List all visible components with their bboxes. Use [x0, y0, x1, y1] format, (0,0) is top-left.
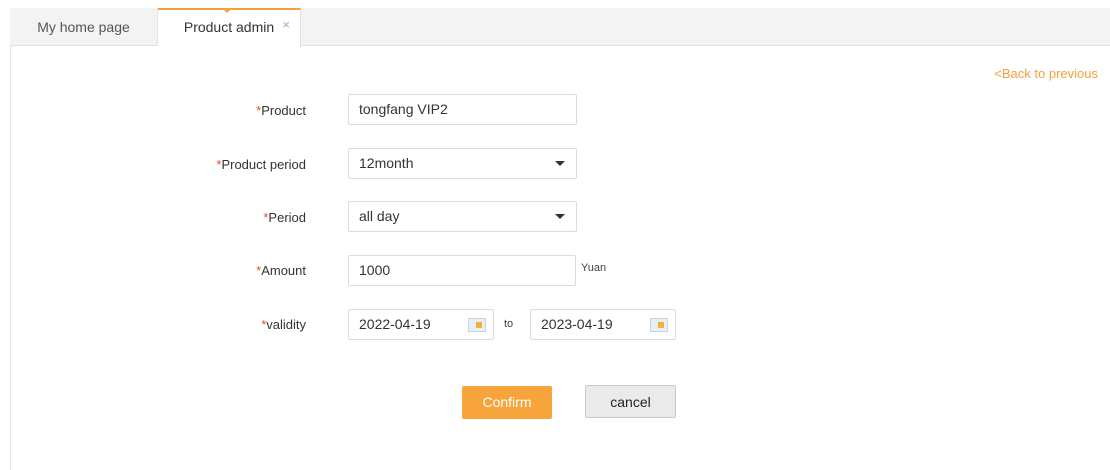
cancel-button[interactable]: cancel	[585, 385, 676, 418]
top-strip	[0, 0, 1110, 8]
product-label-text: Product	[261, 103, 306, 118]
to-label: to	[504, 318, 514, 330]
amount-label: *Amount	[106, 263, 306, 278]
calendar-icon[interactable]	[468, 318, 486, 332]
calendar-icon[interactable]	[650, 318, 668, 332]
tab-my-home-page[interactable]: My home page	[10, 8, 158, 46]
tab-bar: My home page Product admin ×	[10, 8, 1110, 47]
validity-label-text: validity	[266, 317, 306, 332]
product-period-value: 12month	[359, 155, 414, 171]
product-period-label-text: Product period	[221, 157, 306, 172]
content-border	[10, 46, 11, 470]
amount-input[interactable]: 1000	[348, 255, 576, 286]
product-period-select[interactable]: 12month	[348, 148, 577, 179]
validity-end-date[interactable]: 2023-04-19	[530, 309, 676, 340]
amount-label-text: Amount	[261, 263, 306, 278]
validity-start-value: 2022-04-19	[359, 316, 431, 332]
dropdown-caret-icon	[555, 161, 565, 166]
close-icon[interactable]: ×	[282, 7, 290, 42]
amount-unit: Yuan	[581, 262, 607, 274]
dropdown-caret-icon	[555, 214, 565, 219]
amount-value: 1000	[359, 262, 391, 278]
tab-label: My home page	[37, 19, 130, 35]
product-value: tongfang VIP2	[359, 101, 448, 117]
period-label: *Period	[106, 210, 306, 225]
active-tab-marker	[222, 8, 232, 13]
tab-product-admin[interactable]: Product admin ×	[158, 8, 301, 47]
period-select[interactable]: all day	[348, 201, 577, 232]
validity-end-value: 2023-04-19	[541, 316, 613, 332]
product-label: *Product	[106, 103, 306, 118]
period-label-text: Period	[268, 210, 306, 225]
period-value: all day	[359, 208, 400, 224]
validity-start-date[interactable]: 2022-04-19	[348, 309, 494, 340]
back-to-previous-link[interactable]: <Back to previous	[994, 66, 1098, 81]
validity-label: *validity	[106, 317, 306, 332]
product-input[interactable]: tongfang VIP2	[348, 94, 577, 125]
confirm-button[interactable]: Confirm	[462, 386, 552, 419]
product-period-label: *Product period	[106, 157, 306, 172]
tab-label: Product admin	[183, 19, 275, 35]
